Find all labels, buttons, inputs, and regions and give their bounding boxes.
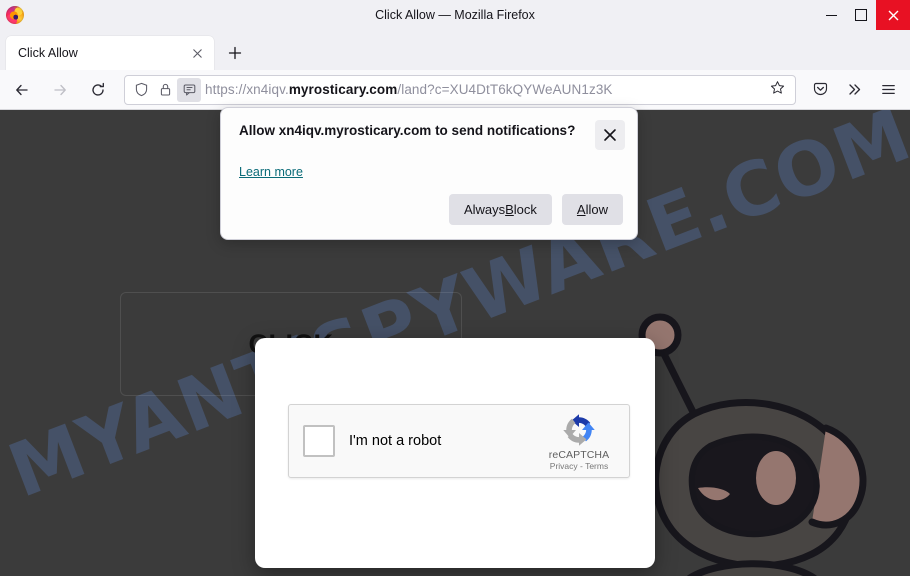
notification-actions: Always Block Allow [448, 194, 623, 225]
allow-suffix: llow [585, 202, 608, 217]
pocket-button[interactable] [804, 75, 836, 105]
always-block-suffix: lock [513, 202, 537, 217]
recaptcha-widget[interactable]: I'm not a robot reCAPTCHA Privacy - Term… [288, 404, 630, 478]
pocket-icon [813, 82, 827, 96]
captcha-panel: I'm not a robot reCAPTCHA Privacy - Term… [255, 338, 655, 568]
recaptcha-legal-links[interactable]: Privacy - Terms [541, 461, 617, 471]
url-text[interactable]: https://xn4iqv.myrosticary.com/land?c=XU… [205, 82, 765, 97]
title-bar: Click Allow — Mozilla Firefox [0, 0, 910, 30]
notification-permission-dialog: Allow xn4iqv.myrosticary.com to send not… [220, 107, 638, 240]
notification-dialog-title: Allow xn4iqv.myrosticary.com to send not… [239, 123, 576, 138]
notification-permission-icon[interactable] [177, 77, 201, 102]
reload-button[interactable] [82, 75, 114, 105]
chevron-double-right-icon [848, 84, 860, 95]
firefox-window: Click Allow — Mozilla Firefox Click Allo… [0, 0, 910, 576]
app-menu-button[interactable] [872, 75, 904, 105]
recaptcha-checkbox[interactable] [303, 425, 335, 457]
close-icon [604, 129, 616, 141]
tab-strip: Click Allow [0, 30, 910, 70]
learn-more-link[interactable]: Learn more [239, 165, 303, 179]
recaptcha-branding: reCAPTCHA Privacy - Terms [541, 412, 617, 471]
arrow-right-icon [54, 84, 66, 95]
always-block-button[interactable]: Always Block [448, 194, 552, 225]
forward-button[interactable] [44, 75, 76, 105]
plus-icon [228, 46, 242, 60]
shield-icon[interactable] [129, 78, 153, 102]
overflow-menu-button[interactable] [838, 75, 870, 105]
notification-close-button[interactable] [595, 120, 625, 150]
close-window-button[interactable] [876, 0, 910, 30]
recaptcha-logo-icon [563, 413, 595, 446]
close-icon [888, 10, 898, 20]
tab-title: Click Allow [18, 46, 78, 60]
reload-icon [92, 82, 104, 96]
new-tab-button[interactable] [220, 38, 250, 68]
navigation-toolbar: https://xn4iqv.myrosticary.com/land?c=XU… [0, 70, 910, 110]
maximize-icon [855, 9, 867, 21]
window-title: Click Allow — Mozilla Firefox [375, 8, 535, 22]
allow-accesskey: A [576, 202, 586, 217]
hamburger-menu-icon [881, 84, 895, 95]
minimize-icon [825, 14, 837, 16]
arrow-left-icon [16, 84, 28, 95]
allow-button[interactable]: Allow [561, 194, 623, 225]
maximize-button[interactable] [846, 0, 876, 30]
minimize-button[interactable] [816, 0, 846, 30]
lock-icon[interactable] [153, 78, 177, 102]
firefox-logo-icon [6, 6, 24, 24]
always-block-accesskey: B [505, 202, 514, 217]
tab-close-icon[interactable] [188, 44, 206, 62]
bookmark-star-icon[interactable] [765, 80, 789, 99]
browser-tab[interactable]: Click Allow [6, 36, 214, 70]
recaptcha-label: I'm not a robot [349, 433, 442, 449]
recaptcha-brand-name: reCAPTCHA [548, 448, 610, 461]
always-block-prefix: Always [463, 202, 506, 217]
back-button[interactable] [6, 75, 38, 105]
address-bar[interactable]: https://xn4iqv.myrosticary.com/land?c=XU… [124, 74, 796, 105]
window-controls [816, 0, 910, 30]
